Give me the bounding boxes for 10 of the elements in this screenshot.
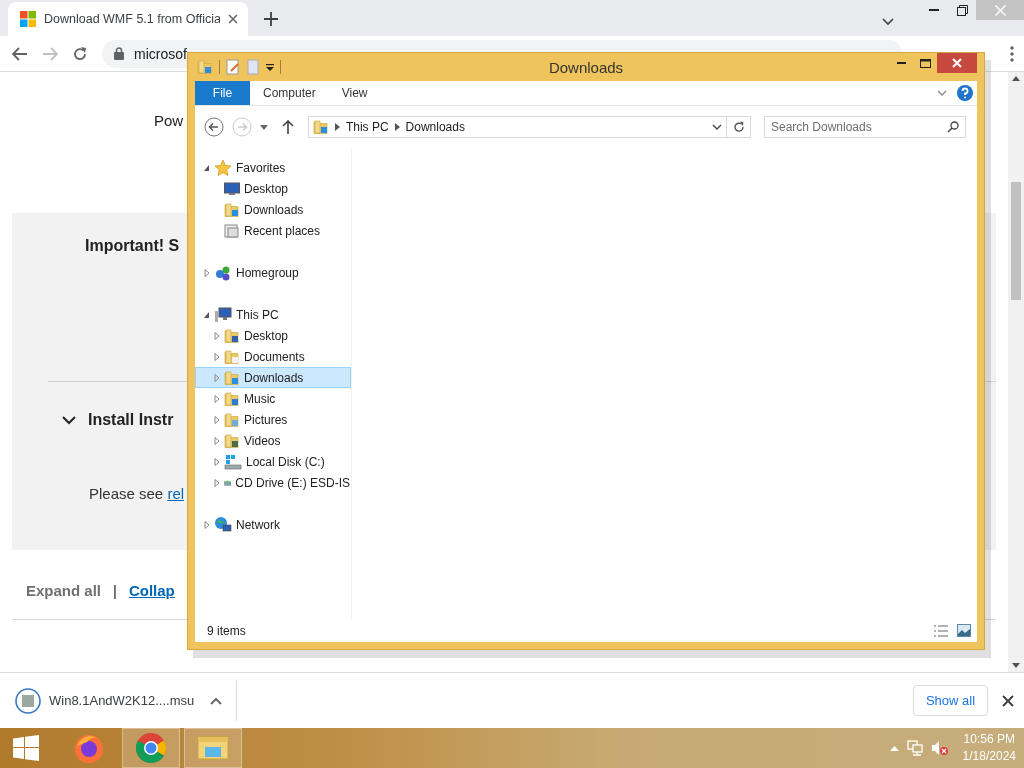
url-text: microsof <box>134 45 187 62</box>
window-title: Downloads <box>548 58 624 76</box>
section-text: Please see rel <box>89 485 185 502</box>
tab-title: Download WMF 5.1 from Officia <box>44 12 220 26</box>
separator-text: | <box>113 582 117 599</box>
notice-heading: Important! S <box>85 237 180 255</box>
download-filename: Win8.1AndW2K12....msu <box>49 693 196 708</box>
item-count: 9 items <box>207 624 246 638</box>
section-title: Install Instr <box>88 411 174 429</box>
intro-text: Pow <box>154 112 184 129</box>
